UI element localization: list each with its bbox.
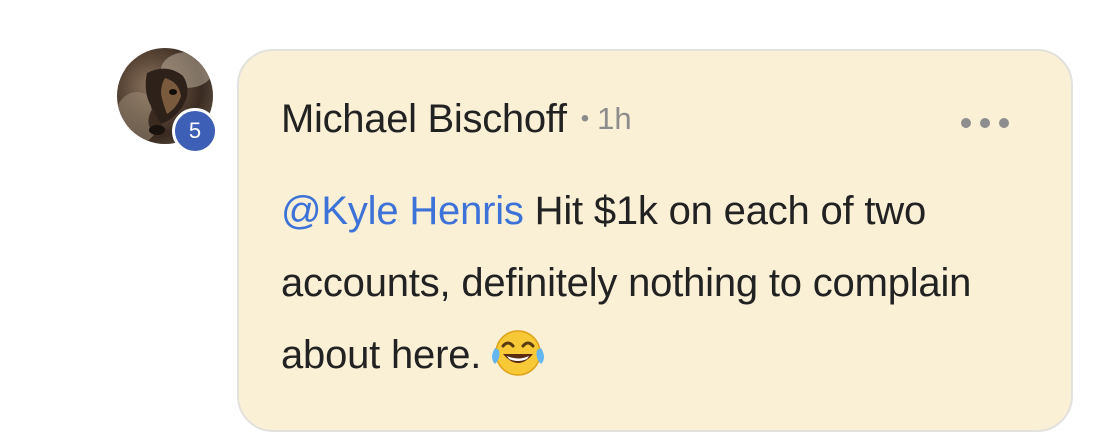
- comment-timestamp[interactable]: 1h: [597, 101, 631, 137]
- author-avatar[interactable]: 5: [117, 48, 218, 154]
- comment-bubble: Michael Bischoff • 1h @Kyle Henris Hit $…: [237, 49, 1073, 432]
- more-options-button[interactable]: [961, 111, 1009, 135]
- face-with-tears-of-joy-icon: [489, 328, 547, 401]
- comment-row: 5 Michael Bischoff • 1h @Kyle Henris Hit…: [0, 0, 1098, 445]
- comment-text: @Kyle Henris Hit $1k on each of two acco…: [281, 175, 1041, 401]
- separator-dot: •: [580, 105, 590, 132]
- author-name[interactable]: Michael Bischoff: [281, 97, 567, 142]
- user-level-badge: 5: [172, 108, 218, 154]
- mention-link[interactable]: @Kyle Henris: [281, 189, 524, 233]
- comment-header: Michael Bischoff • 1h: [281, 95, 632, 143]
